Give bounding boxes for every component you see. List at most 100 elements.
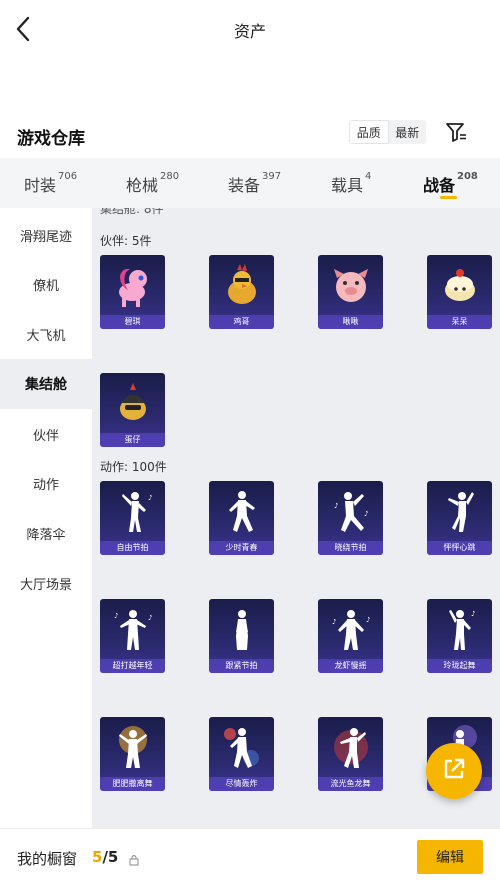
item-card[interactable]: ♪ ♪ 超打越年轻 xyxy=(100,599,165,673)
sidebar-item-lobby-scene[interactable]: 大厅场景 xyxy=(0,558,92,608)
svg-text:♪: ♪ xyxy=(148,614,152,622)
sort-by-newest[interactable]: 最新 xyxy=(389,120,427,144)
bun-icon xyxy=(427,255,492,315)
tab-count: 208 xyxy=(457,170,478,182)
chicken-icon xyxy=(209,255,274,315)
item-card[interactable]: 跟紧节拍 xyxy=(209,599,274,673)
warehouse-title: 游戏仓库 xyxy=(17,129,85,149)
item-name: 晓绕节拍 xyxy=(318,541,383,555)
lock-icon xyxy=(128,851,140,866)
item-card[interactable]: ♪ ♪ 晓绕节拍 xyxy=(318,481,383,555)
tab-equipment[interactable]: 装备 397 xyxy=(228,170,282,196)
item-card[interactable]: 啾啾 xyxy=(318,255,383,329)
dancer-icon: ♪ xyxy=(100,481,165,541)
dancer-icon xyxy=(427,481,492,541)
sort-toggle: 品质 最新 xyxy=(349,120,426,144)
tab-count: 397 xyxy=(262,170,282,182)
svg-text:♪: ♪ xyxy=(332,618,336,626)
dancer-icon: ♪ xyxy=(427,599,492,659)
tab-label: 时装 xyxy=(24,176,57,195)
dancer-icon: ♪ ♪ xyxy=(318,481,383,541)
category-tabs: 时装 706 枪械 280 装备 397 载具 4 战备 208 xyxy=(0,158,500,208)
dancer-icon xyxy=(209,481,274,541)
item-card[interactable]: 碧琪 xyxy=(100,255,165,329)
page-title: 资产 xyxy=(233,22,266,41)
tab-vehicles[interactable]: 载具 4 xyxy=(331,170,372,196)
item-name: 龙虾慢摇 xyxy=(318,659,383,673)
item-name: 肥肥撒离舞 xyxy=(100,777,165,791)
section-title-emote: 动作: 100件 xyxy=(100,460,167,474)
item-card[interactable]: ♪ 自由节拍 xyxy=(100,481,165,555)
item-name: 超打越年轻 xyxy=(100,659,165,673)
dancer-icon xyxy=(209,599,274,659)
showcase-label: 我的橱窗 xyxy=(17,850,78,868)
item-card[interactable]: 蛋仔 xyxy=(100,373,165,447)
tab-count: 706 xyxy=(58,170,78,182)
showcase-bar: 我的橱窗 5/5 编辑 xyxy=(0,828,500,885)
svg-text:♪: ♪ xyxy=(114,612,118,620)
dancer-icon xyxy=(209,717,274,777)
item-name: 自由节拍 xyxy=(100,541,165,555)
section-title-cut: 集结舱: 8件 xyxy=(100,208,164,216)
item-name: 怦怦心跳 xyxy=(427,541,492,555)
pony-icon xyxy=(100,255,165,315)
edit-button[interactable]: 编辑 xyxy=(417,840,483,874)
tab-fashion[interactable]: 时装 706 xyxy=(24,170,78,196)
section-title-partner: 伙伴: 5件 xyxy=(100,234,152,248)
item-name: 流光鱼龙舞 xyxy=(318,777,383,791)
item-name: 蛋仔 xyxy=(100,433,165,447)
dancer-icon xyxy=(318,717,383,777)
sidebar-item-airplane[interactable]: 大飞机 xyxy=(0,309,92,359)
item-card[interactable]: 呆呆 xyxy=(427,255,492,329)
item-card[interactable]: 少时青春 xyxy=(209,481,274,555)
svg-text:♪: ♪ xyxy=(364,510,368,518)
item-name: 玲珑起舞 xyxy=(427,659,492,673)
showcase-count-total: 5 xyxy=(107,848,119,866)
item-grid: 集结舱: 8件 伙伴: 5件 碧琪 鸡哥 啾啾 呆呆 蛋仔 动作: 100件 ♪… xyxy=(92,208,500,828)
dancer-icon: ♪ ♪ xyxy=(100,599,165,659)
sidebar-item-emote[interactable]: 动作 xyxy=(0,458,92,508)
share-icon xyxy=(441,756,467,786)
tab-label: 战备 xyxy=(423,176,456,195)
sidebar-item-parachute[interactable]: 降落伞 xyxy=(0,508,92,558)
tab-battle-prep[interactable]: 战备 208 xyxy=(423,170,478,196)
sidebar-item-wingman[interactable]: 僚机 xyxy=(0,259,92,309)
item-card[interactable]: 鸡哥 xyxy=(209,255,274,329)
tab-count: 280 xyxy=(160,170,180,182)
svg-text:♪: ♪ xyxy=(148,494,152,502)
sidebar-item-partner[interactable]: 伙伴 xyxy=(0,409,92,459)
item-card[interactable]: 肥肥撒离舞 xyxy=(100,717,165,791)
active-tab-indicator xyxy=(440,196,457,199)
warehouse-header: 游戏仓库 品质 最新 xyxy=(0,118,500,154)
eggy-icon xyxy=(100,373,165,433)
showcase-count: 5/5 xyxy=(92,848,118,866)
tab-firearms[interactable]: 枪械 280 xyxy=(126,170,180,196)
item-card[interactable]: 尽情轰炸 xyxy=(209,717,274,791)
item-name: 跟紧节拍 xyxy=(209,659,274,673)
svg-text:♪: ♪ xyxy=(471,610,475,618)
sidebar-item-glide-trail[interactable]: 滑翔尾迹 xyxy=(0,210,92,260)
sort-by-quality[interactable]: 品质 xyxy=(349,120,389,144)
showcase-count-current: 5 xyxy=(92,848,103,866)
top-bar: 资产 xyxy=(0,0,500,58)
item-name: 啾啾 xyxy=(318,315,383,329)
item-name: 呆呆 xyxy=(427,315,492,329)
item-card[interactable]: 流光鱼龙舞 xyxy=(318,717,383,791)
share-button[interactable] xyxy=(426,743,482,799)
item-card[interactable]: ♪ ♪ 龙虾慢摇 xyxy=(318,599,383,673)
sidebar-item-assembly-pod[interactable]: 集结舱 xyxy=(0,359,92,409)
item-name: 尽情轰炸 xyxy=(209,777,274,791)
tab-count: 4 xyxy=(365,170,372,182)
tab-label: 载具 xyxy=(331,176,364,195)
item-card[interactable]: 怦怦心跳 xyxy=(427,481,492,555)
dancer-icon: ♪ ♪ xyxy=(318,599,383,659)
dancer-icon xyxy=(100,717,165,777)
item-name: 鸡哥 xyxy=(209,315,274,329)
item-name: 少时青春 xyxy=(209,541,274,555)
tab-label: 枪械 xyxy=(126,176,159,195)
svg-text:♪: ♪ xyxy=(334,502,338,510)
svg-text:♪: ♪ xyxy=(366,616,370,624)
filter-icon[interactable] xyxy=(444,120,468,144)
item-card[interactable]: ♪ 玲珑起舞 xyxy=(427,599,492,673)
item-name: 碧琪 xyxy=(100,315,165,329)
